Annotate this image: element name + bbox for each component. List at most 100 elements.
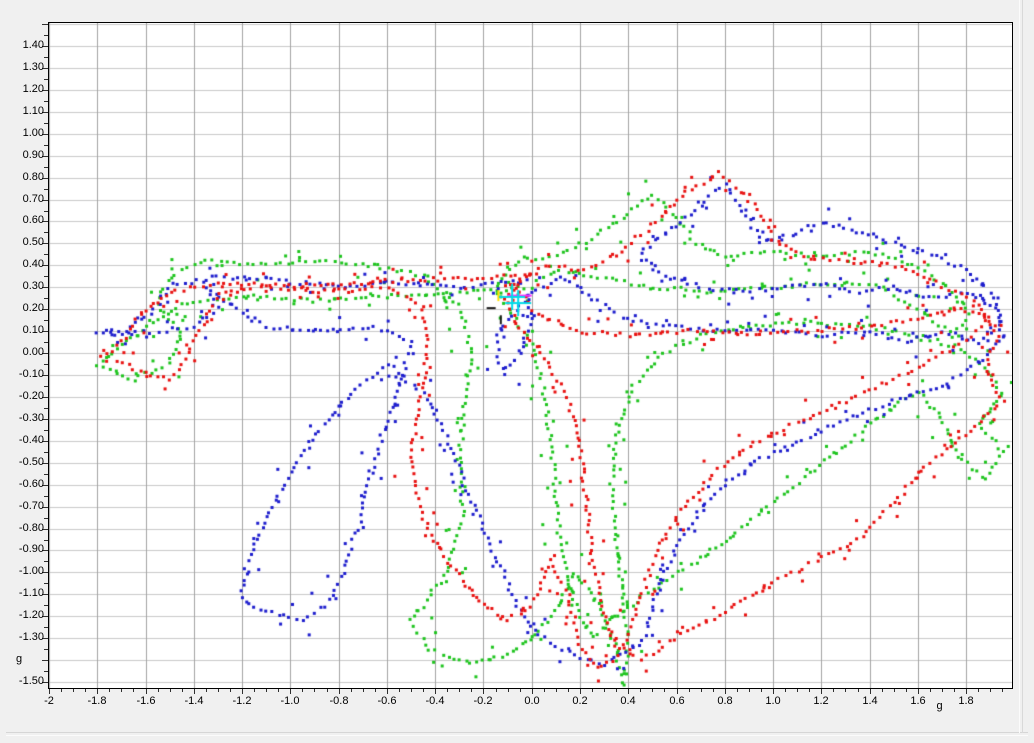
x-tick-label: -0.8 xyxy=(317,695,361,707)
axis-tick xyxy=(230,689,231,692)
axis-tick xyxy=(302,689,303,692)
axis-tick xyxy=(520,689,521,692)
axis-tick xyxy=(44,540,48,541)
axis-tick xyxy=(689,689,690,692)
axis-tick xyxy=(44,518,48,519)
x-tick-label: 0.4 xyxy=(606,695,650,707)
axis-tick xyxy=(701,689,702,692)
axis-tick xyxy=(97,689,98,694)
axis-tick xyxy=(664,689,665,692)
axis-tick xyxy=(44,583,48,584)
axis-tick xyxy=(351,689,352,692)
x-tick-label: -0.4 xyxy=(413,695,457,707)
axis-tick xyxy=(749,689,750,692)
axis-tick xyxy=(870,689,871,694)
axis-tick xyxy=(894,689,895,692)
x-tick-label: -1.8 xyxy=(75,695,119,707)
y-tick-label: 0.50 xyxy=(2,236,44,248)
y-tick-label: -0.10 xyxy=(2,368,44,380)
axis-tick xyxy=(785,689,786,692)
y-tick-label: -0.20 xyxy=(2,390,44,402)
axis-tick xyxy=(990,689,991,692)
x-tick-label: 1.0 xyxy=(751,695,795,707)
axis-tick xyxy=(459,689,460,692)
axis-tick xyxy=(314,689,315,692)
y-tick-label: 0.30 xyxy=(2,280,44,292)
axis-tick xyxy=(44,342,48,343)
y-tick-label: 0.90 xyxy=(2,149,44,161)
axis-tick xyxy=(49,689,50,694)
x-tick-label: -1.2 xyxy=(220,695,264,707)
axis-tick xyxy=(44,232,48,233)
axis-tick xyxy=(44,408,48,409)
x-tick-label: -1.6 xyxy=(124,695,168,707)
axis-tick xyxy=(435,689,436,694)
y-tick-label: 0.00 xyxy=(2,346,44,358)
axis-tick xyxy=(44,254,48,255)
y-tick-label: -0.90 xyxy=(2,543,44,555)
y-tick-label: 0.40 xyxy=(2,258,44,270)
axis-tick xyxy=(44,430,48,431)
axis-tick xyxy=(44,79,48,80)
axis-tick xyxy=(821,689,822,694)
axis-tick xyxy=(194,689,195,694)
x-tick-label: -2 xyxy=(27,695,71,707)
axis-tick xyxy=(640,689,641,692)
axis-tick xyxy=(616,689,617,692)
axis-tick xyxy=(44,605,48,606)
axis-tick xyxy=(133,689,134,692)
axis-tick xyxy=(580,689,581,694)
y-tick-label: -0.70 xyxy=(2,500,44,512)
axis-tick xyxy=(447,689,448,692)
y-tick-label: -0.30 xyxy=(2,412,44,424)
axis-tick xyxy=(797,689,798,692)
scatter-canvas[interactable] xyxy=(49,23,1012,688)
x-axis-unit-label: g xyxy=(932,700,948,712)
axis-tick xyxy=(858,689,859,692)
y-tick-label: 0.20 xyxy=(2,302,44,314)
axis-tick xyxy=(496,689,497,692)
axis-tick xyxy=(266,689,267,692)
axis-tick xyxy=(882,689,883,692)
axis-tick xyxy=(44,627,48,628)
axis-tick xyxy=(44,145,48,146)
axis-tick xyxy=(918,689,919,694)
axis-tick xyxy=(146,689,147,694)
y-tick-label: 0.70 xyxy=(2,193,44,205)
axis-tick xyxy=(339,689,340,694)
axis-tick xyxy=(278,689,279,692)
axis-tick xyxy=(978,689,979,692)
axis-tick xyxy=(773,689,774,694)
y-tick-label: 0.10 xyxy=(2,324,44,336)
axis-tick xyxy=(930,689,931,692)
axis-tick xyxy=(508,689,509,692)
axis-tick xyxy=(954,689,955,692)
x-tick-label: -0.2 xyxy=(461,695,505,707)
axis-tick xyxy=(182,689,183,692)
x-tick-label: 0.6 xyxy=(655,695,699,707)
axis-tick xyxy=(170,689,171,692)
y-tick-label: 0.60 xyxy=(2,214,44,226)
gg-scatter-plot-area[interactable] xyxy=(48,22,1013,689)
axis-tick xyxy=(44,649,48,650)
axis-tick xyxy=(44,671,48,672)
axis-tick xyxy=(327,689,328,692)
y-tick-label: -0.80 xyxy=(2,522,44,534)
axis-tick xyxy=(906,689,907,692)
x-tick-label: 0.8 xyxy=(703,695,747,707)
axis-tick xyxy=(44,364,48,365)
axis-tick xyxy=(604,689,605,692)
axis-tick xyxy=(44,189,48,190)
y-tick-label: 1.00 xyxy=(2,127,44,139)
y-tick-label: 1.40 xyxy=(2,39,44,51)
axis-tick xyxy=(44,320,48,321)
y-tick-label: 1.10 xyxy=(2,105,44,117)
axis-tick xyxy=(363,689,364,692)
axis-tick xyxy=(206,689,207,692)
axis-tick xyxy=(532,689,533,694)
axis-tick xyxy=(471,689,472,692)
axis-tick xyxy=(44,101,48,102)
y-tick-label: -0.60 xyxy=(2,478,44,490)
axis-tick xyxy=(44,496,48,497)
y-tick-label: 0.80 xyxy=(2,171,44,183)
